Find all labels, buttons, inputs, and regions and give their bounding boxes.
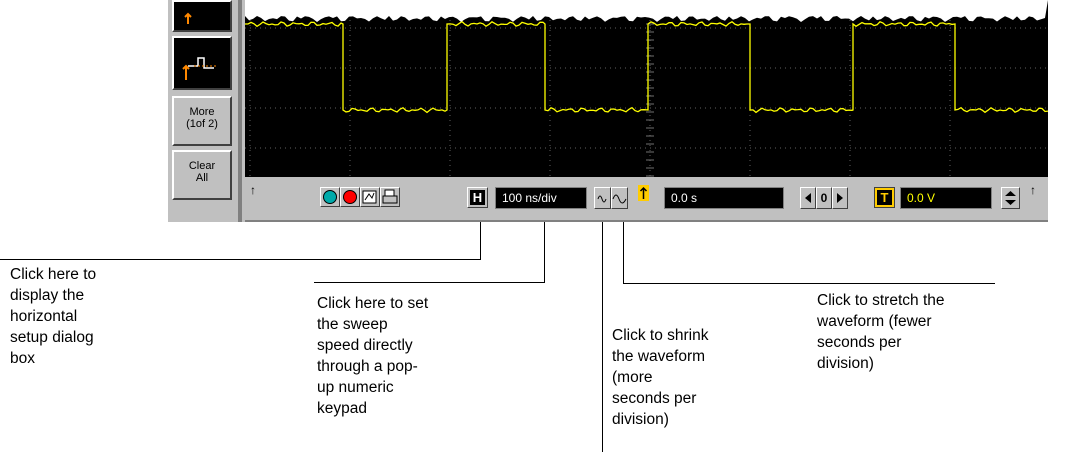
waveform-display[interactable] xyxy=(245,0,1048,177)
edge-trigger-icon xyxy=(182,57,218,80)
softkey-panel: More (1of 2) Clear All xyxy=(168,0,238,222)
horizontal-setup-callout: Click here to display the horizontal set… xyxy=(10,266,97,367)
shrink-wave-icon xyxy=(597,195,607,203)
delay-reference-icon xyxy=(638,185,649,201)
callout-line-h-horizontal xyxy=(0,259,481,260)
softkey-top-partial[interactable] xyxy=(172,0,232,32)
single-button[interactable] xyxy=(360,187,380,207)
triangle-right-icon xyxy=(837,193,843,203)
horizontal-setup-button[interactable]: H xyxy=(467,187,488,208)
clear-all-softkey[interactable]: Clear All xyxy=(172,150,232,200)
waveform-graticule xyxy=(245,0,1048,177)
triangle-left-icon xyxy=(805,193,811,203)
trigger-level-spinner[interactable] xyxy=(1001,187,1020,209)
up-down-arrows-icon xyxy=(1005,191,1016,205)
trigger-setup-button[interactable]: T xyxy=(874,187,895,208)
trigger-level-field[interactable]: 0.0 V xyxy=(900,187,992,209)
stop-circle-icon xyxy=(343,190,357,204)
callout-line-h-stretch xyxy=(623,283,995,284)
edge-trigger-softkey[interactable] xyxy=(172,36,232,90)
shrink-waveform-button[interactable] xyxy=(594,187,611,209)
single-acquire-icon xyxy=(362,190,377,204)
more-softkey[interactable]: More (1of 2) xyxy=(172,96,232,146)
delay-zero-button[interactable]: 0 xyxy=(816,187,832,209)
right-scroll-up-icon[interactable]: ↑ xyxy=(1030,183,1036,197)
printer-icon xyxy=(382,189,398,204)
run-button[interactable] xyxy=(320,187,340,207)
horizontal-toolbar: ↑ H 100 ns/div 0.0 s 0 T 0.0 V ↑ xyxy=(245,177,1048,222)
callout-line-v-horizontal xyxy=(480,222,481,260)
callout-line-h-sweep xyxy=(314,282,545,283)
stretch-waveform-button[interactable] xyxy=(611,187,628,209)
sweep-speed-field[interactable]: 100 ns/div xyxy=(495,187,587,209)
display-top-edge xyxy=(245,0,1048,22)
delay-right-button[interactable] xyxy=(832,187,848,209)
stretch-wave-icon xyxy=(612,194,627,204)
horizontal-setup-label: H xyxy=(470,190,485,205)
print-button[interactable] xyxy=(380,187,400,207)
trigger-mode-icon xyxy=(184,12,192,24)
sweep-speed-callout: Click here to set the sweep speed direct… xyxy=(317,295,429,417)
run-circle-icon xyxy=(323,190,337,204)
stretch-callout: Click to stretch the waveform (fewer sec… xyxy=(817,292,945,372)
left-scroll-up-icon[interactable]: ↑ xyxy=(250,183,256,197)
square-wave-trace xyxy=(245,20,1048,114)
trigger-setup-label: T xyxy=(877,190,892,205)
shrink-callout: Click to shrink the waveform (more secon… xyxy=(612,327,709,428)
delay-left-button[interactable] xyxy=(800,187,816,209)
callout-line-v-sweep xyxy=(544,222,545,283)
callout-line-v-shrink xyxy=(602,222,603,452)
delay-field[interactable]: 0.0 s xyxy=(664,187,784,209)
callout-line-v-stretch xyxy=(623,222,624,284)
stop-button[interactable] xyxy=(340,187,360,207)
